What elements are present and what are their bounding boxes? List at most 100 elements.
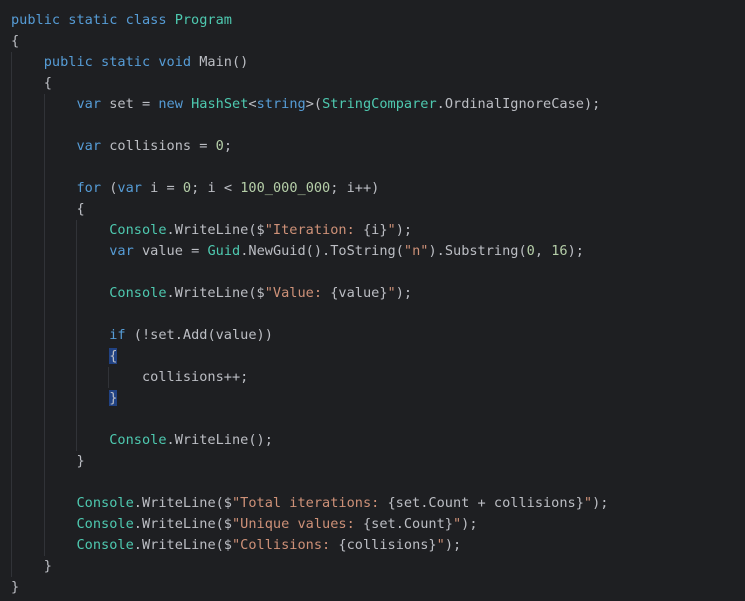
- code-line[interactable]: {: [11, 199, 85, 220]
- code-token: 100_000_000: [240, 180, 331, 196]
- code-line[interactable]: public static void Main(): [11, 52, 249, 73]
- code-line[interactable]: for (var i = 0; i < 100_000_000; i++): [11, 178, 379, 199]
- code-token: "Unique values:: [232, 516, 363, 532]
- code-token: ": [387, 222, 396, 238]
- code-token: .WriteLine($: [133, 516, 232, 532]
- code-token: );: [592, 495, 609, 511]
- code-token: {set.Count}: [362, 516, 453, 532]
- code-token: Console: [109, 285, 167, 301]
- code-line[interactable]: {: [11, 31, 19, 52]
- code-token: {: [11, 75, 52, 91]
- code-line[interactable]: Console.WriteLine($"Unique values: {set.…: [11, 514, 478, 535]
- code-line[interactable]: Console.WriteLine($"Total iterations: {s…: [11, 493, 608, 514]
- code-token: var: [117, 180, 151, 196]
- matched-brace: }: [109, 390, 118, 406]
- code-token: 0: [182, 180, 192, 196]
- code-line[interactable]: {: [11, 346, 118, 367]
- code-token: ": [387, 285, 396, 301]
- code-line[interactable]: {: [11, 73, 52, 94]
- code-token: Console: [76, 495, 134, 511]
- code-token: string: [256, 96, 306, 112]
- code-line[interactable]: }: [11, 451, 85, 472]
- code-token: i =: [150, 180, 183, 196]
- code-token: }: [11, 579, 20, 595]
- matched-brace: {: [109, 348, 118, 364]
- code-token: );: [567, 243, 584, 259]
- code-token: .NewGuid().ToString(: [240, 243, 404, 259]
- code-line[interactable]: }: [11, 388, 118, 409]
- code-token: value =: [141, 243, 208, 259]
- code-token: ).Substring(: [428, 243, 527, 259]
- code-line[interactable]: var collisions = 0;: [11, 136, 232, 157]
- code-token: (!set.Add(value)): [133, 327, 273, 343]
- code-token: Program: [174, 12, 232, 28]
- code-token: 0: [526, 243, 535, 259]
- code-token: {i}: [362, 222, 388, 238]
- code-token: ;: [223, 138, 233, 154]
- code-line[interactable]: if (!set.Add(value)): [11, 325, 273, 346]
- code-token: .WriteLine($: [133, 495, 232, 511]
- code-token: var: [76, 138, 110, 154]
- code-token: collisions++;: [11, 369, 249, 385]
- code-token: {: [11, 201, 85, 217]
- code-token: {set.Count + collisions}: [387, 495, 584, 511]
- code-token: ; i <: [191, 180, 241, 196]
- code-token: {: [11, 33, 20, 49]
- code-token: <: [248, 96, 257, 112]
- code-token: for: [76, 180, 110, 196]
- code-token: >(: [305, 96, 323, 112]
- code-token: ": [583, 495, 593, 511]
- code-token: StringComparer: [322, 96, 437, 112]
- code-token: set =: [109, 96, 159, 112]
- code-token: Console: [76, 516, 134, 532]
- code-line[interactable]: public static class Program: [11, 10, 232, 31]
- code-token: ": [452, 516, 462, 532]
- code-token: .WriteLine();: [166, 432, 273, 448]
- code-token: .WriteLine($: [166, 222, 265, 238]
- code-line[interactable]: }: [11, 577, 19, 598]
- code-token: }: [11, 453, 85, 469]
- code-token: new: [158, 96, 192, 112]
- code-token: var: [76, 96, 110, 112]
- code-line[interactable]: Console.WriteLine($"Value: {value}");: [11, 283, 412, 304]
- code-line[interactable]: collisions++;: [11, 367, 248, 388]
- code-token: ; i++): [330, 180, 380, 196]
- code-token: "Collisions:: [232, 537, 339, 553]
- code-token: "Iteration:: [264, 222, 363, 238]
- code-token: HashSet: [191, 96, 249, 112]
- code-editor[interactable]: public static class Program { public stat…: [0, 0, 745, 601]
- code-line[interactable]: Console.WriteLine($"Iteration: {i}");: [11, 220, 412, 241]
- code-token: );: [461, 516, 478, 532]
- code-token: "Total iterations:: [232, 495, 388, 511]
- code-token: {collisions}: [338, 537, 437, 553]
- code-token: );: [395, 285, 413, 301]
- code-token: public static class: [11, 12, 175, 28]
- code-token: "Value:: [264, 285, 331, 301]
- code-line[interactable]: var value = Guid.NewGuid().ToString("n")…: [11, 241, 584, 262]
- code-token: {value}: [330, 285, 388, 301]
- code-line[interactable]: }: [11, 556, 52, 577]
- code-line[interactable]: Console.WriteLine($"Collisions: {collisi…: [11, 535, 461, 556]
- code-token: "n": [403, 243, 429, 259]
- code-token: Console: [76, 537, 134, 553]
- code-token: if: [109, 327, 134, 343]
- code-line[interactable]: Console.WriteLine();: [11, 430, 273, 451]
- code-line[interactable]: var set = new HashSet<string>(StringComp…: [11, 94, 600, 115]
- code-token: .WriteLine($: [166, 285, 265, 301]
- code-token: .OrdinalIgnoreCase);: [436, 96, 601, 112]
- code-token: Main(): [199, 54, 249, 70]
- code-token: var: [109, 243, 142, 259]
- code-token: collisions =: [109, 138, 216, 154]
